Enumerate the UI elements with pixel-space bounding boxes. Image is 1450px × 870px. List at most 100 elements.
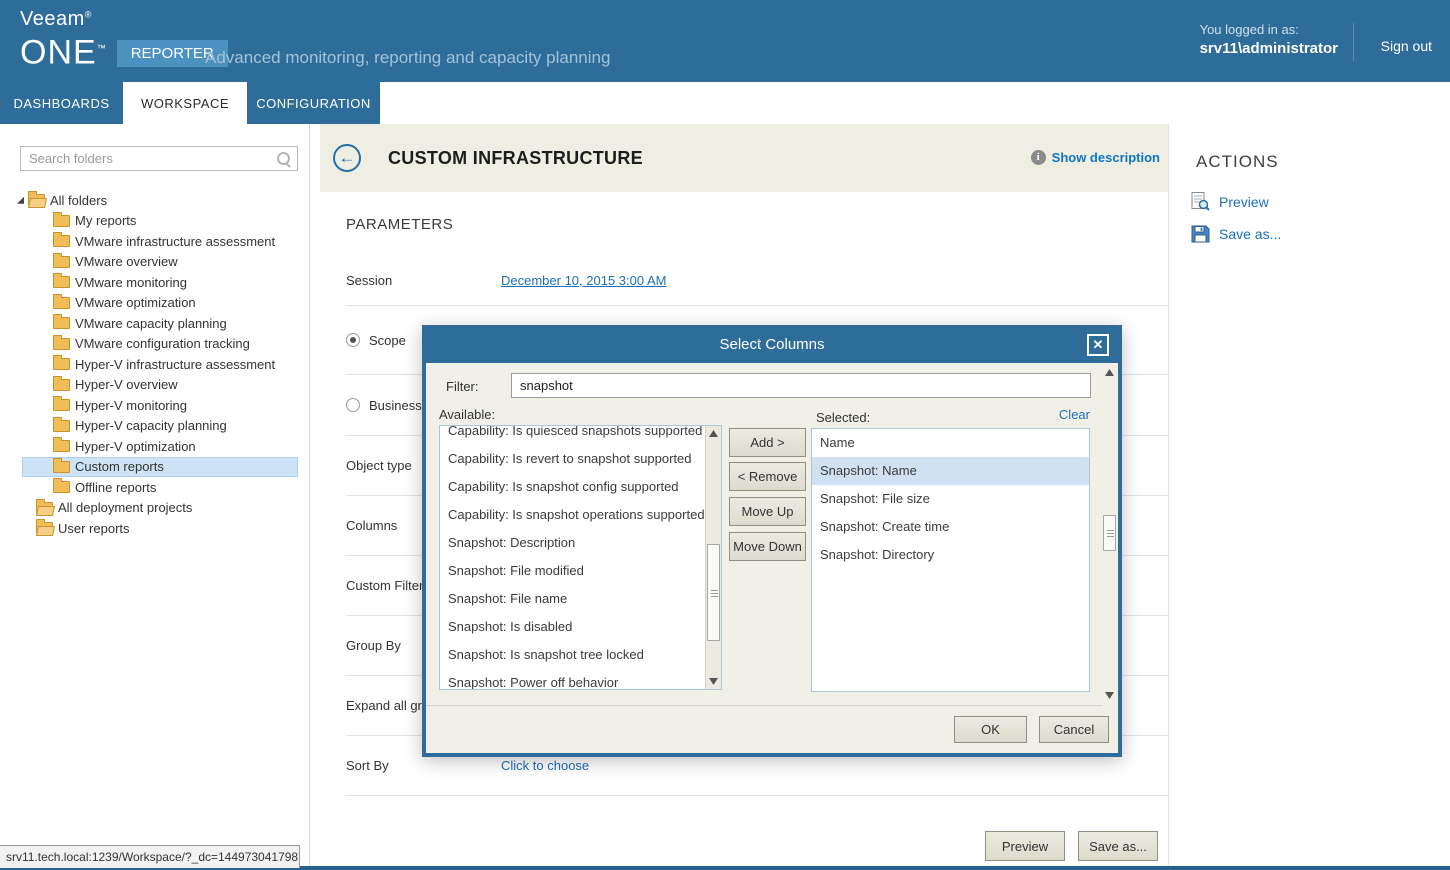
show-description-link[interactable]: i Show description xyxy=(1031,150,1160,165)
search-folders-input[interactable] xyxy=(21,147,297,170)
cancel-button[interactable]: Cancel xyxy=(1039,716,1109,743)
tree-item-label: Hyper-V overview xyxy=(75,377,178,392)
available-item[interactable]: Capability: Is snapshot operations suppo… xyxy=(440,501,705,529)
tree-item-label: VMware overview xyxy=(75,254,178,269)
folder-icon xyxy=(53,338,70,350)
dialog-title-bar: Select Columns ✕ xyxy=(426,329,1118,363)
available-item[interactable]: Snapshot: File modified xyxy=(440,557,705,585)
folder-icon xyxy=(28,194,45,206)
available-item[interactable]: Snapshot: Description xyxy=(440,529,705,557)
folder-icon xyxy=(36,502,53,514)
dialog-scrollbar[interactable] xyxy=(1102,363,1118,705)
scroll-down-icon[interactable] xyxy=(709,678,718,685)
tree-item-all-folders[interactable]: All folders xyxy=(0,190,309,211)
preview-icon xyxy=(1191,192,1210,211)
tab-dashboards[interactable]: DASHBOARDS xyxy=(0,82,123,124)
filter-input[interactable] xyxy=(511,373,1091,398)
tree-item-label: VMware configuration tracking xyxy=(75,336,250,351)
param-link-session[interactable]: December 10, 2015 3:00 AM xyxy=(501,273,667,288)
tab-workspace[interactable]: WORKSPACE xyxy=(123,82,247,124)
available-item[interactable]: Snapshot: Is snapshot tree locked xyxy=(440,641,705,669)
action-preview[interactable]: Preview xyxy=(1191,192,1269,211)
add-button[interactable]: Add > xyxy=(729,428,806,457)
tree-item-hyper-v-capacity-planning[interactable]: Hyper-V capacity planning xyxy=(0,416,309,437)
tree-item-custom-reports[interactable]: Custom reports xyxy=(0,457,309,478)
page-title: CUSTOM INFRASTRUCTURE xyxy=(388,148,643,169)
selected-item[interactable]: Snapshot: Name xyxy=(812,457,1089,485)
action-preview-label: Preview xyxy=(1219,194,1269,210)
logo-one-text: ONE™ xyxy=(20,31,107,69)
scroll-down-icon[interactable] xyxy=(1105,692,1114,699)
scroll-up-icon[interactable] xyxy=(1105,369,1114,376)
preview-button[interactable]: Preview xyxy=(985,831,1065,861)
parameters-heading: PARAMETERS xyxy=(346,216,453,233)
available-item[interactable]: Capability: Is revert to snapshot suppor… xyxy=(440,445,705,473)
folder-icon xyxy=(36,522,53,534)
tree-item-label: Hyper-V monitoring xyxy=(75,398,187,413)
folder-icon xyxy=(53,317,70,329)
status-url-bar: srv11.tech.local:1239/Workspace/?_dc=144… xyxy=(0,845,300,868)
available-item[interactable]: Snapshot: File name xyxy=(440,585,705,613)
tree-item-vmware-infrastructure-assessment[interactable]: VMware infrastructure assessment xyxy=(0,231,309,252)
main-nav: DASHBOARDS WORKSPACE CONFIGURATION xyxy=(0,82,1450,124)
selected-item[interactable]: Snapshot: Directory xyxy=(812,541,1089,569)
show-description-label: Show description xyxy=(1052,150,1160,165)
tree-item-label: Hyper-V capacity planning xyxy=(75,418,227,433)
dialog-body: Filter: Available: Selected: Clear Capab… xyxy=(426,363,1118,753)
folder-icon xyxy=(53,399,70,411)
clear-link[interactable]: Clear xyxy=(811,407,1090,422)
param-link-sort-by[interactable]: Click to choose xyxy=(501,758,589,773)
ok-button[interactable]: OK xyxy=(954,716,1027,743)
remove-button[interactable]: < Remove xyxy=(729,462,806,491)
selected-item[interactable]: Name xyxy=(812,429,1089,457)
scroll-up-icon[interactable] xyxy=(709,430,718,437)
tree-item-vmware-optimization[interactable]: VMware optimization xyxy=(0,293,309,314)
tree-item-all-deployment-projects[interactable]: All deployment projects xyxy=(0,498,309,519)
available-item[interactable]: Capability: Is snapshot config supported xyxy=(440,473,705,501)
tree-item-vmware-capacity-planning[interactable]: VMware capacity planning xyxy=(0,313,309,334)
tree-item-hyper-v-infrastructure-assessment[interactable]: Hyper-V infrastructure assessment xyxy=(0,354,309,375)
tree-item-hyper-v-overview[interactable]: Hyper-V overview xyxy=(0,375,309,396)
tree-item-user-reports[interactable]: User reports xyxy=(0,518,309,539)
tree-item-hyper-v-optimization[interactable]: Hyper-V optimization xyxy=(0,436,309,457)
back-button[interactable]: ← xyxy=(333,144,361,172)
tree-item-label: Hyper-V optimization xyxy=(75,439,196,454)
sign-out-link[interactable]: Sign out xyxy=(1381,38,1432,54)
expand-arrow-icon[interactable] xyxy=(17,197,24,204)
logo-veeam-word: Veeam xyxy=(20,8,85,30)
folder-icon xyxy=(53,215,70,227)
tree-item-label: Custom reports xyxy=(75,459,164,474)
search-icon[interactable] xyxy=(276,151,291,166)
folder-icon xyxy=(53,461,70,473)
dialog-title: Select Columns xyxy=(426,329,1118,361)
scrollbar-thumb[interactable] xyxy=(1103,515,1116,551)
scrollbar-thumb[interactable] xyxy=(707,544,720,641)
tree-item-vmware-monitoring[interactable]: VMware monitoring xyxy=(0,272,309,293)
close-icon[interactable]: ✕ xyxy=(1087,334,1109,356)
tree-item-hyper-v-monitoring[interactable]: Hyper-V monitoring xyxy=(0,395,309,416)
action-save-as[interactable]: Save as... xyxy=(1191,224,1281,243)
available-list-scrollbar[interactable] xyxy=(705,426,721,689)
tree-item-label: VMware optimization xyxy=(75,295,196,310)
app-tagline: Advanced monitoring, reporting and capac… xyxy=(205,48,610,68)
available-item[interactable]: Snapshot: Power off behavior xyxy=(440,669,705,690)
available-list: Capability: Is quiesced snapshots suppor… xyxy=(439,425,722,690)
move-up-button[interactable]: Move Up xyxy=(729,497,806,526)
tree-item-vmware-configuration-tracking[interactable]: VMware configuration tracking xyxy=(0,334,309,355)
tree-item-label: My reports xyxy=(75,213,136,228)
move-down-button[interactable]: Move Down xyxy=(729,532,806,561)
tab-configuration[interactable]: CONFIGURATION xyxy=(247,82,380,124)
login-info: You logged in as: srv11\administrator xyxy=(1200,22,1338,57)
tree-item-my-reports[interactable]: My reports xyxy=(0,211,309,232)
tree-item-offline-reports[interactable]: Offline reports xyxy=(0,477,309,498)
login-label: You logged in as: xyxy=(1200,22,1338,37)
radio-business[interactable] xyxy=(346,398,360,412)
available-item[interactable]: Snapshot: Is disabled xyxy=(440,613,705,641)
save-as-button[interactable]: Save as... xyxy=(1078,831,1158,861)
available-item[interactable]: Capability: Is quiesced snapshots suppor… xyxy=(440,425,705,445)
selected-item[interactable]: Snapshot: Create time xyxy=(812,513,1089,541)
selected-item[interactable]: Snapshot: File size xyxy=(812,485,1089,513)
tree-item-vmware-overview[interactable]: VMware overview xyxy=(0,252,309,273)
report-header-bar: ← CUSTOM INFRASTRUCTURE i Show descripti… xyxy=(320,124,1168,192)
radio-scope[interactable] xyxy=(346,333,360,347)
